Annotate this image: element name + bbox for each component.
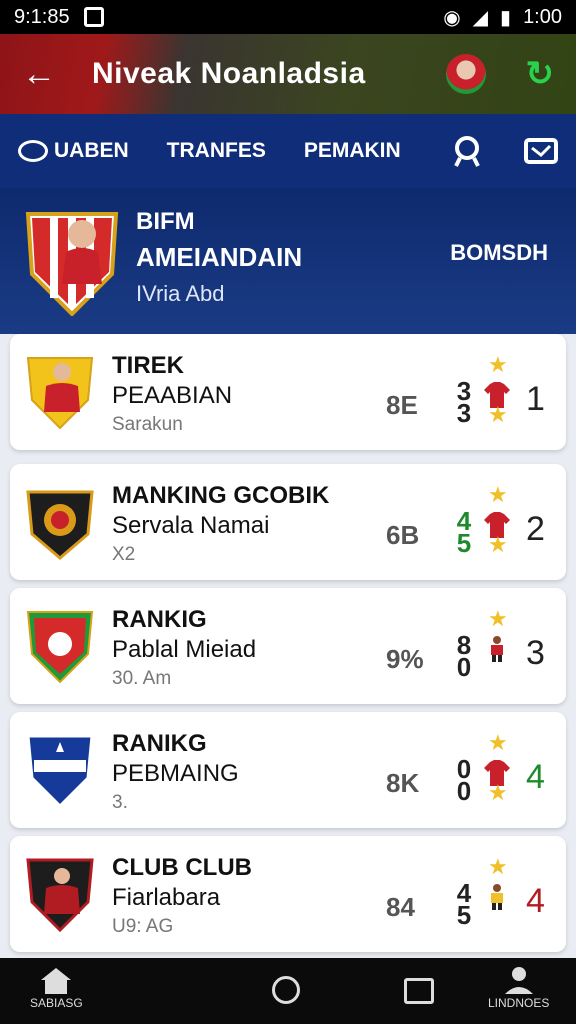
card-stat: 6B — [386, 520, 420, 550]
star-icon: ★ — [488, 606, 508, 631]
card-stat: 8K — [386, 768, 420, 798]
card-stat: 8E — [386, 390, 418, 420]
club-crest-icon — [26, 734, 94, 808]
star-icon: ★ — [488, 854, 508, 879]
card-meta: Sarakun — [112, 414, 183, 435]
ranking-list: TIREK PEAABIAN Sarakun 8E 3 3 ★ ★ 1 MANK… — [0, 334, 576, 958]
nav-square[interactable] — [404, 978, 434, 1004]
tab-label: PEMAKIN — [303, 139, 401, 162]
nav-label-right: LINDNOES — [488, 996, 550, 1010]
back-arrow-icon[interactable]: ← — [22, 55, 56, 94]
card-score-b: 1 — [526, 380, 545, 418]
club-crest-icon[interactable] — [22, 204, 122, 316]
card-score-a: 8 0 — [456, 630, 472, 682]
card-title: TIREK — [112, 352, 184, 379]
hero-right-label[interactable]: BOMSDH — [450, 240, 548, 266]
card-subtitle: Pablal Mieiad — [112, 636, 257, 663]
star-icon: ★ — [488, 352, 508, 377]
battery-icon: ▮ — [500, 6, 512, 29]
player-icon — [491, 636, 503, 662]
card-score-b: 3 — [526, 634, 545, 672]
app-bar: ← Niveak Noanladsia ↻ — [0, 34, 576, 114]
card-score-b: 2 — [526, 510, 545, 548]
list-item[interactable]: MANKING GCOBIK Servala Namai X2 6B 4 5 ★… — [10, 464, 566, 580]
card-score-b: 4 — [526, 758, 545, 796]
tab-bar: UABEN TRANFES PEMAKIN — [0, 114, 576, 188]
nav-circle[interactable] — [272, 976, 300, 1004]
club-crest-icon — [26, 858, 94, 932]
card-score-a: 3 3 — [456, 376, 472, 428]
card-meta: 3. — [112, 792, 128, 813]
notification-icon — [83, 7, 104, 27]
card-title: RANKIG — [112, 606, 207, 633]
search-icon[interactable] — [452, 134, 484, 168]
card-subtitle: PEBMAING — [112, 760, 239, 787]
card-subtitle: Fiarlabara — [112, 884, 221, 911]
card-subtitle: Servala Namai — [112, 512, 270, 539]
status-time-right: 1:00 — [523, 5, 562, 28]
message-icon[interactable] — [524, 136, 558, 166]
avatar[interactable] — [445, 54, 486, 94]
star-icon: ★ — [488, 402, 508, 427]
card-score-a: 4 5 — [456, 506, 472, 558]
card-stat: 84 — [386, 892, 415, 922]
nav-label-left: SABIASG — [30, 996, 83, 1010]
nav-profile[interactable]: LINDNOES — [488, 966, 549, 1010]
status-time-left: 9:1:85 — [14, 5, 70, 28]
hero-line-2: AMEIANDAIN — [136, 242, 303, 272]
refresh-icon[interactable]: ↻ — [526, 54, 555, 94]
card-score-a: 0 0 — [456, 754, 472, 806]
square-icon — [404, 978, 434, 1004]
circle-icon — [18, 140, 48, 162]
bottom-nav: SABIASG LINDNOES — [0, 958, 576, 1024]
card-title: CLUB CLUB — [112, 854, 252, 881]
card-score-a: 4 5 — [456, 878, 472, 930]
list-item[interactable]: TIREK PEAABIAN Sarakun 8E 3 3 ★ ★ 1 — [10, 334, 566, 450]
club-crest-icon — [26, 611, 94, 684]
list-item[interactable]: RANIKG PEBMAING 3. 8K 0 0 ★ ★ 4 — [10, 712, 566, 828]
card-meta: U9: AG — [112, 916, 174, 937]
card-meta: 30. Am — [112, 668, 172, 689]
list-item[interactable]: CLUB CLUB Fiarlabara U9: AG 84 4 5 ★ 4 — [10, 836, 566, 952]
card-title: MANKING GCOBIK — [112, 482, 330, 509]
status-bar: 9:1:85 ◉ ◢ ▮ 1:00 — [0, 0, 576, 34]
star-icon: ★ — [488, 482, 508, 507]
home-icon — [41, 968, 72, 994]
star-icon: ★ — [488, 730, 508, 755]
card-meta: X2 — [112, 544, 136, 565]
app-title: Niveak Noanladsia — [92, 57, 366, 90]
tab-pemakin[interactable]: PEMAKIN — [304, 139, 401, 163]
circle-icon — [272, 976, 300, 1004]
card-subtitle: PEAABIAN — [112, 382, 233, 409]
club-crest-icon — [26, 357, 94, 430]
club-crest-icon — [26, 490, 94, 560]
person-icon — [504, 967, 533, 994]
hero-section: BIFM AMEIANDAIN IVria Abd BOMSDH — [0, 188, 576, 334]
tab-label: UABEN — [54, 139, 129, 162]
star-icon: ★ — [488, 780, 508, 805]
signal-icon: ◢ — [472, 6, 489, 29]
card-score-b: 4 — [526, 882, 545, 920]
tab-tranfes[interactable]: TRANFES — [167, 139, 266, 163]
hero-line-3: IVria Abd — [136, 281, 225, 306]
card-title: RANIKG — [112, 730, 207, 757]
list-item[interactable]: RANKIG Pablal Mieiad 30. Am 9% 8 0 ★ 3 — [10, 588, 566, 704]
wifi-icon: ◉ — [443, 6, 461, 29]
player-icon — [491, 884, 503, 910]
nav-home[interactable]: SABIASG — [30, 966, 83, 1010]
tab-label: TRANFES — [166, 139, 266, 162]
tab-uaben[interactable]: UABEN — [18, 139, 129, 163]
card-stat: 9% — [386, 644, 424, 674]
star-icon: ★ — [488, 532, 508, 557]
hero-line-1: BIFM — [136, 208, 195, 235]
